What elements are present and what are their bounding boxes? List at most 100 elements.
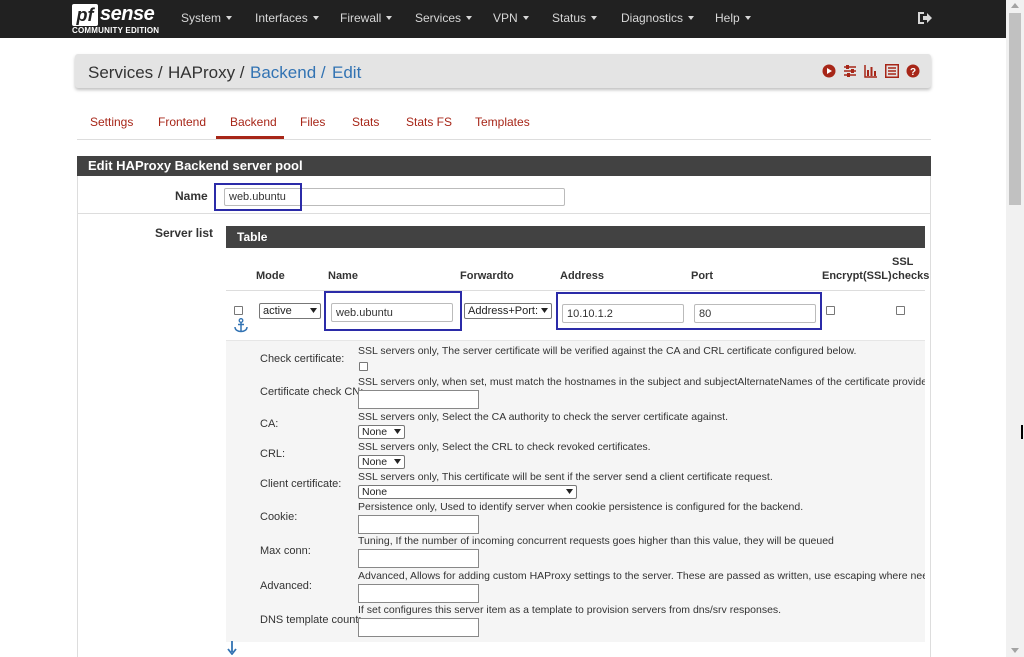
chevron-down-icon (312, 16, 319, 20)
nav-help[interactable]: Help (715, 11, 751, 25)
crl-help: SSL servers only, Select the CRL to chec… (358, 441, 651, 453)
certificate-check-cn-input[interactable] (358, 390, 479, 409)
column-address: Address (560, 270, 605, 282)
client-certificate-select-value: None (362, 486, 388, 498)
dns-template-count-input[interactable] (358, 618, 479, 637)
chevron-down-icon (466, 16, 473, 20)
ssl-checks-checkbox[interactable] (896, 306, 905, 315)
forwardto-select[interactable]: Address+Port: (464, 303, 552, 319)
check-certificate-checkbox[interactable] (359, 362, 368, 371)
nav-vpn[interactable]: VPN (493, 11, 529, 25)
nav-help-label: Help (715, 11, 740, 25)
chevron-down-icon (386, 16, 393, 20)
column-forwardto: Forwardto (460, 270, 514, 282)
sliders-icon[interactable] (843, 64, 857, 78)
bar-chart-icon[interactable] (864, 64, 878, 78)
nav-services[interactable]: Services (415, 11, 473, 25)
name-label: Name (175, 189, 208, 203)
chevron-down-icon (394, 459, 401, 464)
breadcrumb-edit[interactable]: Edit (332, 63, 361, 83)
arrow-down-icon[interactable] (227, 641, 237, 655)
panel-title: Edit HAProxy Backend server pool (77, 156, 931, 176)
cookie-label: Cookie: (260, 511, 298, 523)
ca-select[interactable]: None (358, 425, 405, 439)
highlight-server-name (324, 291, 462, 331)
list-icon[interactable] (885, 64, 899, 78)
nav-diagnostics[interactable]: Diagnostics (621, 11, 695, 25)
breadcrumb-backend[interactable]: Backend / (250, 63, 326, 83)
mode-select[interactable]: active (259, 303, 321, 319)
client-certificate-select[interactable]: None (358, 485, 577, 499)
nav-interfaces-label: Interfaces (255, 11, 308, 25)
logout-icon[interactable] (916, 10, 932, 26)
nav-firewall-label: Firewall (340, 11, 382, 25)
nav-diagnostics-label: Diagnostics (621, 11, 684, 25)
advanced-help: Advanced, Allows for adding custom HAPro… (358, 570, 925, 582)
pfsense-logo[interactable]: pf sense COMMUNITY EDITION (72, 3, 164, 36)
tab-settings[interactable]: Settings (90, 115, 133, 129)
tab-stats[interactable]: Stats (352, 115, 379, 129)
logo-edition-text: COMMUNITY EDITION (72, 26, 160, 35)
anchor-icon[interactable] (233, 318, 249, 333)
max-conn-input[interactable] (358, 549, 479, 568)
ca-help: SSL servers only, Select the CA authorit… (358, 411, 729, 423)
text-cursor-icon (1021, 425, 1023, 439)
tab-stats-fs[interactable]: Stats FS (406, 115, 452, 129)
help-icon[interactable]: ? (906, 64, 920, 78)
chevron-down-icon (566, 489, 573, 494)
scrollbar-thumb[interactable] (1009, 13, 1021, 205)
column-port: Port (691, 270, 713, 282)
server-list-label: Server list (155, 226, 214, 240)
scroll-down-arrow-icon[interactable] (1011, 648, 1019, 653)
dns-template-count-help: If set configures this server item as a … (358, 604, 782, 616)
nav-firewall[interactable]: Firewall (340, 11, 393, 25)
server-table-title: Table (226, 226, 925, 248)
breadcrumb-haproxy: HAProxy / (168, 63, 245, 82)
tab-files[interactable]: Files (300, 115, 325, 129)
check-certificate-help: SSL servers only, The server certificate… (358, 345, 857, 357)
breadcrumb-services: Services / (88, 63, 163, 82)
active-tab-indicator (216, 136, 284, 139)
forwardto-select-value: Address+Port: (468, 305, 539, 317)
tab-templates[interactable]: Templates (475, 115, 530, 129)
nav-status[interactable]: Status (552, 11, 598, 25)
highlight-address-port (556, 292, 822, 330)
tabs-divider (77, 139, 931, 140)
crl-select-value: None (362, 456, 388, 468)
nav-status-label: Status (552, 11, 587, 25)
ca-label: CA: (260, 418, 279, 430)
advanced-input[interactable] (358, 584, 479, 603)
dns-template-count-label: DNS template count: (260, 614, 362, 626)
play-icon[interactable] (822, 64, 836, 78)
check-certificate-label: Check certificate: (260, 353, 345, 365)
crl-select[interactable]: None (358, 455, 405, 469)
certificate-check-cn-label: Certificate check CN: (260, 386, 364, 398)
column-checks: checks (892, 270, 930, 282)
encrypt-ssl-checkbox[interactable] (826, 306, 835, 315)
column-name: Name (328, 270, 358, 282)
logo-pf-mark: pf (72, 4, 98, 26)
chevron-down-icon (541, 308, 548, 313)
tab-backend[interactable]: Backend (230, 115, 277, 129)
nav-system-label: System (181, 11, 222, 25)
chevron-down-icon (310, 308, 317, 313)
scroll-up-arrow-icon[interactable] (1011, 3, 1019, 8)
certificate-check-cn-help: SSL servers only, when set, must match t… (358, 376, 925, 388)
ca-select-value: None (362, 426, 388, 438)
chevron-down-icon (394, 429, 401, 434)
mode-select-value: active (263, 305, 292, 317)
nav-interfaces[interactable]: Interfaces (255, 11, 319, 25)
tab-frontend[interactable]: Frontend (158, 115, 206, 129)
client-certificate-help: SSL servers only, This certificate will … (358, 471, 773, 483)
max-conn-help: Tuning, If the number of incoming concur… (358, 535, 834, 547)
svg-text:?: ? (910, 67, 916, 78)
column-encrypt-ssl: Encrypt(SSL) (822, 270, 892, 282)
chevron-down-icon (226, 16, 233, 20)
highlight-name-field (214, 183, 302, 211)
cookie-input[interactable] (358, 515, 479, 534)
column-mode: Mode (256, 270, 285, 282)
advanced-label: Advanced: (260, 580, 312, 592)
row-select-checkbox[interactable] (234, 306, 243, 315)
nav-system[interactable]: System (181, 11, 233, 25)
cookie-help: Persistence only, Used to identify serve… (358, 501, 804, 513)
